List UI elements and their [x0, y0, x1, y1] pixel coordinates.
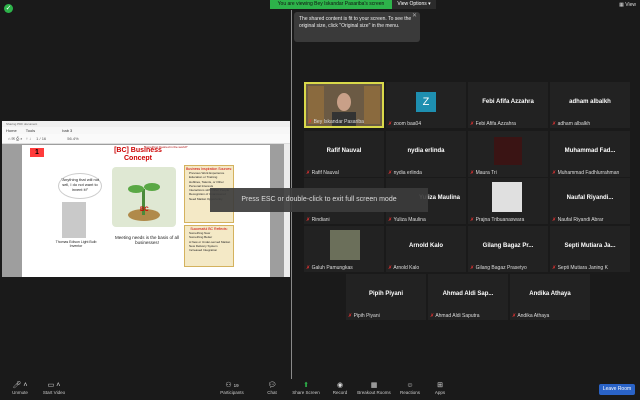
participant-label: ✗ Andika Athaya — [512, 313, 550, 319]
viewing-banner: You are viewing Bey Iskandar Pasariba's … — [270, 0, 392, 9]
participant-label: ✗ Septi Mutiara Janing K — [552, 265, 608, 271]
quote-bubble: "Anything that will not sell, I do not w… — [58, 173, 102, 199]
participant-label: ✗ zoom baa04 — [388, 121, 422, 127]
participant-label: ✗ Galuh Pamungkas — [306, 265, 353, 271]
participant-name: Febi Afifa Azzahra — [482, 99, 534, 105]
quote-author: Thomas Edison Light Bulb Inventor — [55, 240, 97, 248]
participant-tile[interactable]: Rafif Nauval ✗ Rafif Nauval — [304, 131, 384, 177]
participant-label: ✗ Yuliza Maulina — [388, 217, 426, 223]
participant-label: ✗ Arnold Kalo — [388, 265, 420, 271]
participant-tile[interactable]: ✗ Maura Tri — [468, 131, 548, 177]
view-label: View — [625, 2, 636, 8]
reflects-item: Increased Integration — [189, 248, 218, 253]
participant-tile[interactable]: Naufal Riyandi... ✗ Naufal Riyandi Abrar — [550, 178, 630, 224]
profile-photo — [330, 230, 360, 260]
participant-name: adham albalkh — [569, 99, 611, 105]
participant-name: Arnold Kalo — [409, 243, 443, 249]
participant-name: Ahmad Aldi Sap... — [442, 291, 494, 297]
close-icon[interactable]: ✕ — [412, 13, 417, 20]
security-shield-icon[interactable]: ✓ — [4, 4, 13, 13]
fullscreen-notice: Press ESC or double-click to exit full s… — [210, 188, 428, 212]
profile-photo — [494, 137, 522, 165]
zoom-level: 56.4% — [67, 136, 79, 141]
participant-tile[interactable]: nydia erlinda ✗ nydia erlinda — [386, 131, 466, 177]
participant-name: Andika Athaya — [529, 291, 571, 297]
participant-tile[interactable]: Z ✗ zoom baa04 — [386, 82, 466, 128]
view-options-button[interactable]: View Options ▾ — [392, 0, 436, 9]
participant-tile[interactable]: Muhammad Fad... ✗ Muhammad Fadhlurrahman — [550, 131, 630, 177]
participant-name: Rafif Nauval — [326, 148, 362, 154]
slide-number: 1 — [30, 148, 44, 157]
plant-coins-image — [112, 167, 176, 227]
participant-label: ✗ Muhammad Fadhlurrahman — [552, 170, 620, 176]
plant-icon — [128, 183, 160, 221]
participant-tile[interactable]: Pipih Piyani ✗ Pipih Piyani — [346, 274, 426, 320]
participant-name: Gilang Bagaz Pr... — [482, 243, 534, 249]
participants-button[interactable]: ⚇ 19 Participants — [212, 381, 252, 395]
participant-tile[interactable]: adham albalkh ✗ adham albalkh — [550, 82, 630, 128]
participant-label: ✗ adham albalkh — [552, 121, 591, 127]
participant-label: ✗ Maura Tri — [470, 170, 497, 176]
inspiration-item: Hobbies, Talents, or Other Personal Inte… — [189, 179, 224, 188]
pdf-title: Sharing PDF document — [6, 122, 38, 126]
participant-tile[interactable]: Andika Athaya ✗ Andika Athaya — [510, 274, 590, 320]
page-number: 1 — [36, 136, 39, 141]
participant-tile[interactable]: Ahmad Aldi Sap... ✗ Ahmad Aldi Saputra — [428, 274, 508, 320]
participant-label: ✗ Febi Afifa Azzahra — [470, 121, 516, 127]
apps-button[interactable]: ⊞ Apps — [420, 381, 460, 395]
participant-tile[interactable]: Septi Mutiara Ja... ✗ Septi Mutiara Jani… — [550, 226, 630, 272]
slide-bottom-text: Meeting needs is the basis of all busine… — [114, 235, 180, 245]
menu-tools: Tools — [25, 128, 36, 133]
participant-label: ✗ Prajna Tribuanaswara — [470, 217, 525, 223]
breakout-rooms-button[interactable]: ▦ Breakout Rooms — [354, 381, 394, 395]
participant-label: ✗ Bey Iskandar Pasariba — [308, 119, 364, 125]
participant-tile[interactable]: Arnold Kalo ✗ Arnold Kalo — [386, 226, 466, 272]
participant-label: ✗ Pipih Piyani — [348, 313, 380, 319]
bc-label: BC — [140, 207, 149, 213]
menu-tab: bab 3 — [62, 128, 73, 133]
participant-label: ✗ Gilang Bagaz Prasetyo — [470, 265, 527, 271]
view-button[interactable]: ▦ View — [619, 2, 636, 8]
profile-photo — [492, 182, 522, 212]
apps-icon: ⊞ — [437, 382, 443, 389]
slide-annotation: Something Desired in the world? — [144, 145, 188, 149]
participant-label: ✗ nydia erlinda — [388, 170, 422, 176]
participant-name: Pipih Piyani — [368, 291, 403, 297]
participant-tile[interactable]: ✗ Prajna Tribuanaswara — [468, 178, 548, 224]
edison-portrait — [62, 202, 86, 238]
people-icon: ⚇ 19 — [225, 382, 239, 389]
participant-tile[interactable]: ✗ Bey Iskandar Pasariba — [304, 82, 384, 128]
breakout-rooms-icon: ▦ — [370, 382, 378, 389]
participant-name: nydia erlinda — [407, 148, 445, 154]
pdf-tool-icons: ⌂ ✉ ⎙ ⌕ ↑ ↓ — [8, 136, 31, 141]
leave-room-button[interactable]: Leave Room — [599, 384, 635, 395]
pdf-menubar: Home Tools bab 3 — [2, 127, 290, 134]
slide-title: [BC] Business Concept — [114, 147, 162, 162]
menu-home: Home — [6, 128, 17, 133]
participant-label: ✗ Ahmad Aldi Saputra — [430, 313, 480, 319]
participant-tile[interactable]: ✗ Galuh Pamungkas — [304, 226, 384, 272]
participant-name: Septi Mutiara Ja... — [564, 243, 616, 249]
participant-name: Muhammad Fad... — [564, 148, 616, 154]
participant-tile[interactable]: Gilang Bagaz Pr... ✗ Gilang Bagaz Praset… — [468, 226, 548, 272]
pdf-toolbar: ⌂ ✉ ⎙ ⌕ ↑ ↓ 1 / 16 56.4% — [2, 134, 290, 144]
participant-tile[interactable]: Febi Afifa Azzahra ✗ Febi Afifa Azzahra — [468, 82, 548, 128]
page-total: / 16 — [39, 136, 47, 141]
participant-label: ✗ Naufal Riyandi Abrar — [552, 217, 604, 223]
video-camera-icon: ▭ ˄ — [47, 382, 61, 389]
fit-screen-tooltip: The shared content is fit to your screen… — [294, 12, 420, 42]
reflects-box: Successful BC Reflects: Something New So… — [184, 225, 234, 267]
participant-label: ✗ Rafif Nauval — [306, 170, 339, 176]
avatar: Z — [416, 92, 436, 112]
participant-name: Naufal Riyandi... — [566, 195, 614, 201]
participant-label: ✗ Rindiani — [306, 217, 330, 223]
start-video-button[interactable]: ▭ ˄ Start Video — [34, 381, 74, 395]
tooltip-text: The shared content is fit to your screen… — [299, 16, 412, 29]
